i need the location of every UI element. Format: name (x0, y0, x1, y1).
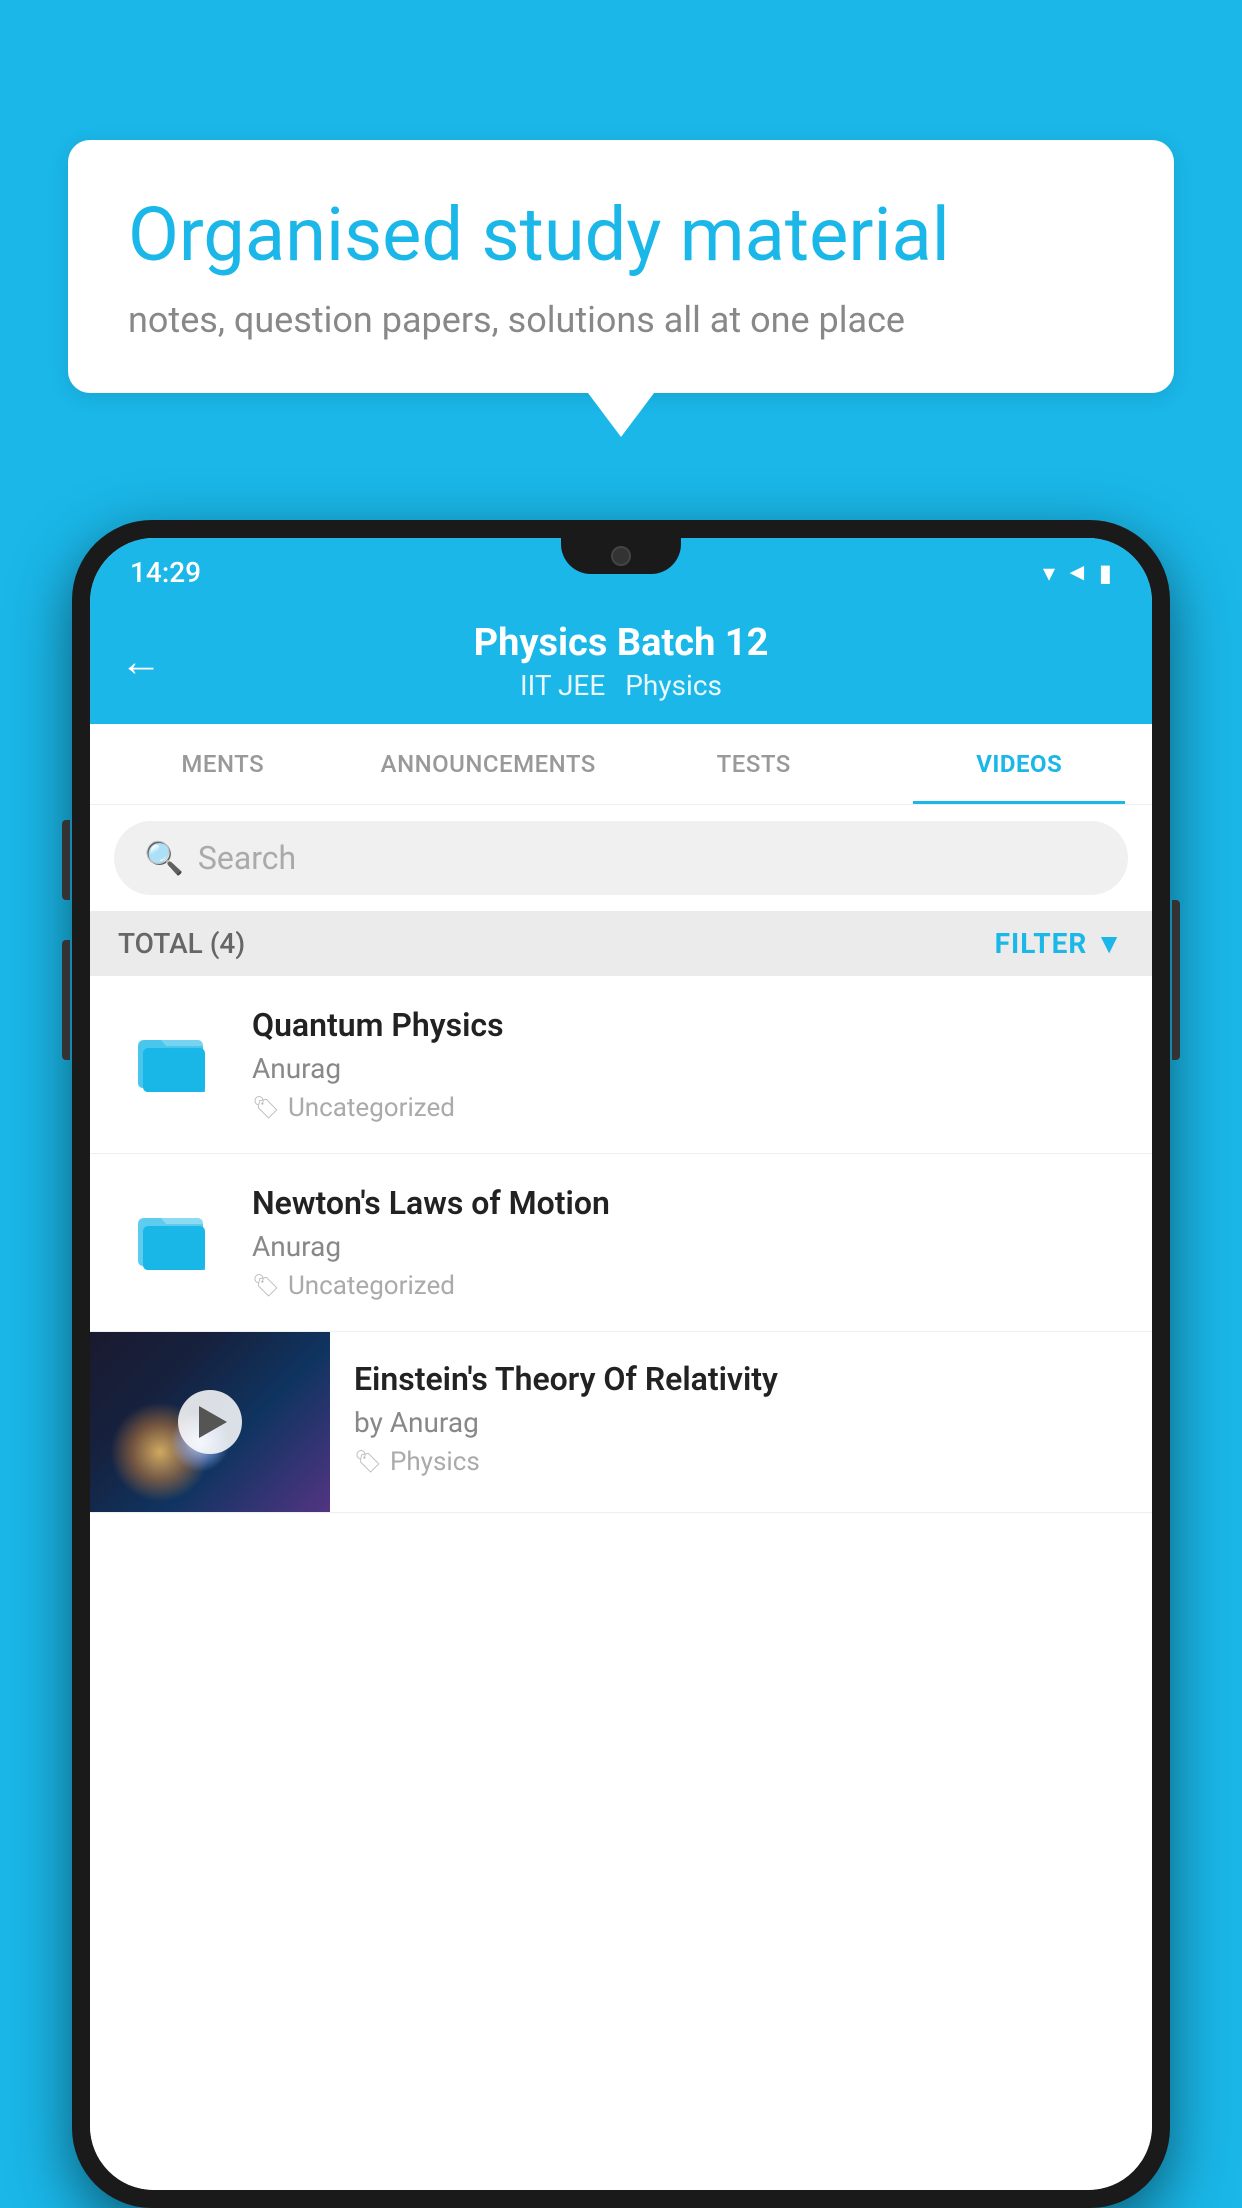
video-tag: 🏷 Physics (354, 1447, 1128, 1477)
filter-label: FILTER (995, 927, 1088, 960)
video-list: Quantum Physics Anurag 🏷 Uncategorized (90, 976, 1152, 2190)
video-title: Quantum Physics (252, 1006, 1124, 1044)
video-author: by Anurag (354, 1406, 1128, 1439)
search-bar-container: 🔍 Search (90, 805, 1152, 911)
header-title: Physics Batch 12 (474, 621, 769, 665)
side-button-vol-down (62, 940, 70, 1060)
status-icons: ▾ ◄ ▮ (1043, 558, 1112, 587)
folder-thumbnail (118, 1188, 228, 1298)
list-item[interactable]: Newton's Laws of Motion Anurag 🏷 Uncateg… (90, 1154, 1152, 1332)
phone-outer: 14:29 ▾ ◄ ▮ ← Physics Batch 12 IIT JEE P… (72, 520, 1170, 2208)
bubble-title: Organised study material (128, 192, 1114, 281)
front-camera (611, 546, 631, 566)
bubble-subtitle: notes, question papers, solutions all at… (128, 299, 1114, 341)
folder-thumbnail (118, 1010, 228, 1120)
filter-button[interactable]: FILTER ▼ (995, 927, 1124, 960)
video-info: Quantum Physics Anurag 🏷 Uncategorized (252, 1006, 1124, 1123)
video-info: Newton's Laws of Motion Anurag 🏷 Uncateg… (252, 1184, 1124, 1301)
app-header: ← Physics Batch 12 IIT JEE Physics (90, 599, 1152, 724)
list-item[interactable]: Quantum Physics Anurag 🏷 Uncategorized (90, 976, 1152, 1154)
tag-icon: 🏷 (252, 1096, 280, 1121)
tab-videos[interactable]: VIDEOS (887, 724, 1153, 804)
header-subtitle: IIT JEE Physics (520, 669, 722, 702)
header-tag-physics: Physics (625, 669, 722, 702)
video-thumbnail (90, 1332, 330, 1512)
video-tag: 🏷 Uncategorized (252, 1271, 1124, 1301)
video-tag: 🏷 Uncategorized (252, 1093, 1124, 1123)
side-button-power (1172, 900, 1180, 1060)
tab-tests[interactable]: TESTS (621, 724, 887, 804)
filter-icon: ▼ (1095, 927, 1124, 960)
speech-bubble: Organised study material notes, question… (68, 140, 1174, 393)
search-input[interactable]: 🔍 Search (114, 821, 1128, 895)
filter-bar: TOTAL (4) FILTER ▼ (90, 911, 1152, 976)
side-button-vol-up (62, 820, 70, 900)
folder-icon (133, 1018, 213, 1111)
battery-icon: ▮ (1099, 559, 1112, 587)
back-button[interactable]: ← (120, 637, 162, 686)
video-info: Einstein's Theory Of Relativity by Anura… (330, 1332, 1152, 1505)
tag-icon: 🏷 (252, 1274, 280, 1299)
search-placeholder-text: Search (198, 839, 296, 877)
phone-wrapper: 14:29 ▾ ◄ ▮ ← Physics Batch 12 IIT JEE P… (72, 520, 1170, 2208)
play-button[interactable] (178, 1390, 242, 1454)
folder-icon (133, 1196, 213, 1289)
header-tag-iitjee: IIT JEE (520, 669, 605, 702)
tag-icon: 🏷 (354, 1450, 382, 1475)
video-title: Newton's Laws of Motion (252, 1184, 1124, 1222)
signal-icon: ◄ (1065, 558, 1089, 587)
speech-bubble-container: Organised study material notes, question… (68, 140, 1174, 393)
list-item[interactable]: Einstein's Theory Of Relativity by Anura… (90, 1332, 1152, 1513)
status-time: 14:29 (130, 556, 201, 589)
tabs: MENTS ANNOUNCEMENTS TESTS VIDEOS (90, 724, 1152, 805)
video-title: Einstein's Theory Of Relativity (354, 1360, 1128, 1398)
total-label: TOTAL (4) (118, 927, 245, 960)
phone-screen: 14:29 ▾ ◄ ▮ ← Physics Batch 12 IIT JEE P… (90, 538, 1152, 2190)
search-icon: 🔍 (144, 839, 184, 877)
tab-ments[interactable]: MENTS (90, 724, 356, 804)
wifi-icon: ▾ (1043, 559, 1055, 587)
video-author: Anurag (252, 1230, 1124, 1263)
video-author: Anurag (252, 1052, 1124, 1085)
play-icon (199, 1406, 227, 1438)
notch (561, 538, 681, 574)
tab-announcements[interactable]: ANNOUNCEMENTS (356, 724, 622, 804)
